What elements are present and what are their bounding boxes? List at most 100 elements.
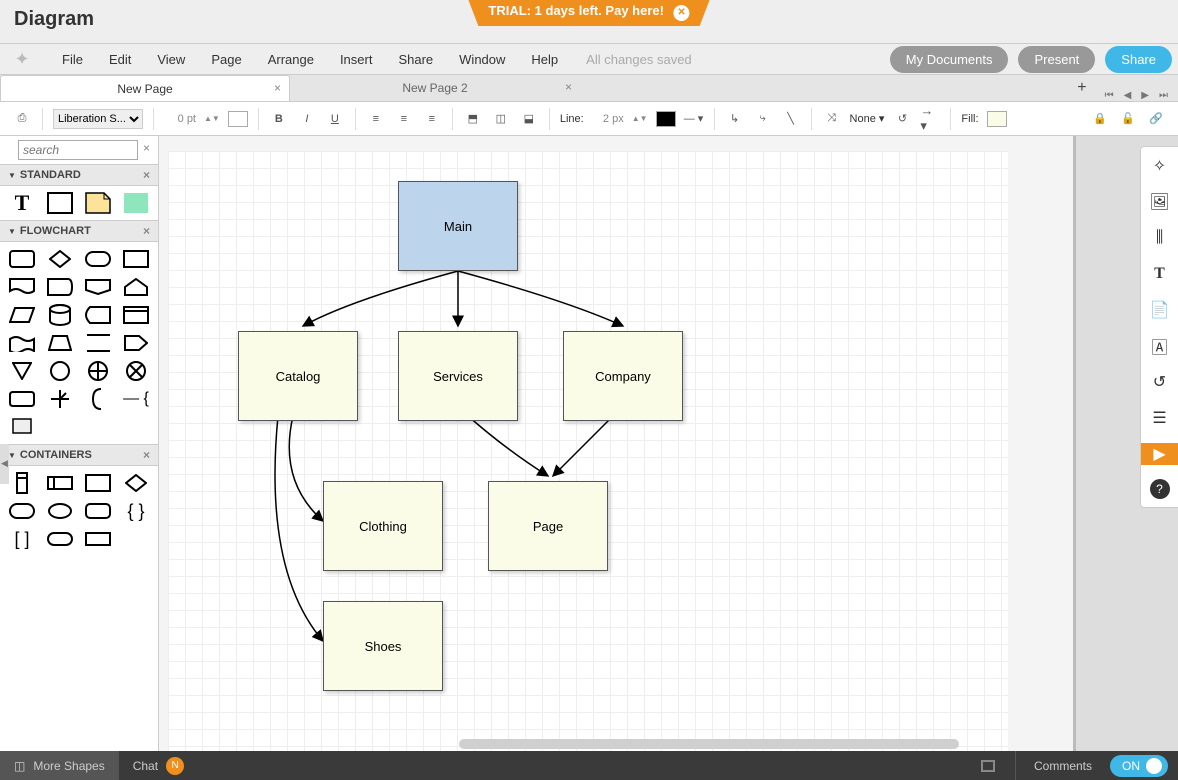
shape-icon[interactable] xyxy=(122,304,150,326)
italic-button[interactable]: I xyxy=(297,109,317,129)
panel-standard[interactable]: ▼STANDARD× xyxy=(0,164,158,186)
shape-icon[interactable] xyxy=(46,528,74,550)
close-icon[interactable]: × xyxy=(274,81,281,95)
shape-icon[interactable] xyxy=(122,472,150,494)
search-input[interactable] xyxy=(18,140,138,160)
shape-icon[interactable] xyxy=(8,304,36,326)
arrow-right-icon[interactable]: → ▾ xyxy=(920,109,940,129)
shape-icon[interactable] xyxy=(46,500,74,522)
comments-toggle[interactable]: ON xyxy=(1110,755,1168,777)
note-shape-icon[interactable] xyxy=(84,192,112,214)
my-documents-button[interactable]: My Documents xyxy=(890,46,1009,73)
shape-icon[interactable] xyxy=(122,276,150,298)
shape-icon[interactable] xyxy=(8,500,36,522)
add-tab-button[interactable]: + xyxy=(1069,75,1094,101)
shape-icon[interactable] xyxy=(8,276,36,298)
share-button[interactable]: Share xyxy=(1105,46,1172,73)
node-services[interactable]: Services xyxy=(398,331,518,421)
shape-icon[interactable] xyxy=(8,248,36,270)
valign-top-icon[interactable]: ⬒ xyxy=(463,109,483,129)
arrow-style-select[interactable]: None ▾ xyxy=(850,112,885,125)
horizontal-scrollbar[interactable] xyxy=(459,739,959,749)
window-toggle-icon[interactable] xyxy=(981,760,995,772)
menu-edit[interactable]: Edit xyxy=(97,48,143,71)
shape-icon[interactable]: { } xyxy=(122,500,150,522)
navigator-icon[interactable]: ✧ xyxy=(1149,155,1171,177)
shape-icon[interactable] xyxy=(84,528,112,550)
menu-view[interactable]: View xyxy=(145,48,197,71)
text-icon[interactable]: T xyxy=(1149,263,1171,285)
shape-icon[interactable] xyxy=(46,304,74,326)
tab-new-page[interactable]: New Page × xyxy=(0,75,290,101)
shape-icon[interactable] xyxy=(84,304,112,326)
page-icon[interactable]: 📄 xyxy=(1149,299,1171,321)
rect-shape-icon[interactable] xyxy=(46,192,74,214)
history-icon[interactable]: ↺ xyxy=(1149,371,1171,393)
menu-page[interactable]: Page xyxy=(199,48,253,71)
shape-icon[interactable] xyxy=(84,276,112,298)
comments-button[interactable]: Comments xyxy=(1016,759,1110,773)
prev-icon[interactable]: ◀ xyxy=(1124,90,1132,101)
last-icon[interactable]: ⏭ xyxy=(1159,90,1168,101)
close-icon[interactable]: × xyxy=(143,168,150,182)
node-company[interactable]: Company xyxy=(563,331,683,421)
bold-button[interactable]: B xyxy=(269,109,289,129)
text-shape-icon[interactable]: T xyxy=(8,192,36,214)
chat-button[interactable]: Chat N xyxy=(119,757,198,775)
menu-insert[interactable]: Insert xyxy=(328,48,385,71)
shape-icon[interactable]: — { xyxy=(122,388,150,410)
tab-new-page-2[interactable]: New Page 2 × xyxy=(290,75,580,101)
shape-icon[interactable] xyxy=(8,360,36,382)
node-clothing[interactable]: Clothing xyxy=(323,481,443,571)
font-select[interactable]: Liberation S... xyxy=(53,109,143,129)
shape-icon[interactable] xyxy=(8,472,36,494)
shape-icon[interactable] xyxy=(122,360,150,382)
shape-icon[interactable] xyxy=(8,388,36,410)
shape-icon[interactable] xyxy=(46,472,74,494)
line-color-swatch[interactable] xyxy=(656,111,676,127)
shape-icon[interactable] xyxy=(46,276,74,298)
trial-banner[interactable]: TRIAL: 1 days left. Pay here! ✕ xyxy=(468,0,709,26)
help-icon[interactable]: ? xyxy=(1150,479,1170,499)
route-icon[interactable]: ⤨ xyxy=(822,109,842,129)
font-size-input[interactable] xyxy=(164,113,196,125)
node-main[interactable]: Main xyxy=(398,181,518,271)
line-style-select[interactable]: ― ▾ xyxy=(684,109,704,129)
shape-icon[interactable]: [ ] xyxy=(8,528,36,550)
connector-arc-icon[interactable]: ⤷ xyxy=(753,109,773,129)
menu-share[interactable]: Share xyxy=(386,48,445,71)
shape-icon[interactable] xyxy=(8,332,36,354)
canvas[interactable]: Main Catalog Services Company Clothing P… xyxy=(159,136,1178,751)
shape-icon[interactable] xyxy=(84,500,112,522)
first-icon[interactable]: ⏮ xyxy=(1105,90,1114,101)
reverse-icon[interactable]: ↺ xyxy=(892,109,912,129)
panel-containers[interactable]: ▼CONTAINERS× xyxy=(0,444,158,466)
node-catalog[interactable]: Catalog xyxy=(238,331,358,421)
fill-shape-icon[interactable] xyxy=(122,192,150,214)
shape-icon[interactable] xyxy=(46,332,74,354)
align-right-icon[interactable]: ≡ xyxy=(422,109,442,129)
shape-icon[interactable] xyxy=(84,332,112,354)
unlock-icon[interactable]: 🔓 xyxy=(1118,109,1138,129)
canvas-page[interactable]: Main Catalog Services Company Clothing P… xyxy=(168,151,1008,751)
shape-icon[interactable] xyxy=(84,472,112,494)
shape-icon[interactable] xyxy=(46,248,74,270)
image-icon[interactable]: 🖼 xyxy=(1149,191,1171,213)
node-page[interactable]: Page xyxy=(488,481,608,571)
valign-bot-icon[interactable]: ⬓ xyxy=(519,109,539,129)
shape-icon[interactable] xyxy=(8,416,36,438)
dimensions-icon[interactable]: ⫼ xyxy=(1149,227,1171,249)
menu-help[interactable]: Help xyxy=(519,48,570,71)
shape-icon[interactable] xyxy=(122,248,150,270)
shape-icon[interactable] xyxy=(84,388,112,410)
style-icon[interactable]: 🄰 xyxy=(1149,335,1171,357)
next-icon[interactable]: ▶ xyxy=(1141,90,1149,101)
close-icon[interactable]: × xyxy=(565,80,572,94)
panel-flowchart[interactable]: ▼FLOWCHART× xyxy=(0,220,158,242)
align-left-icon[interactable]: ≡ xyxy=(366,109,386,129)
connector-l-icon[interactable]: ↳ xyxy=(725,109,745,129)
valign-mid-icon[interactable]: ◫ xyxy=(491,109,511,129)
shape-icon[interactable] xyxy=(84,248,112,270)
shape-icon[interactable] xyxy=(46,360,74,382)
presentation-icon[interactable]: ▶ xyxy=(1141,443,1178,465)
